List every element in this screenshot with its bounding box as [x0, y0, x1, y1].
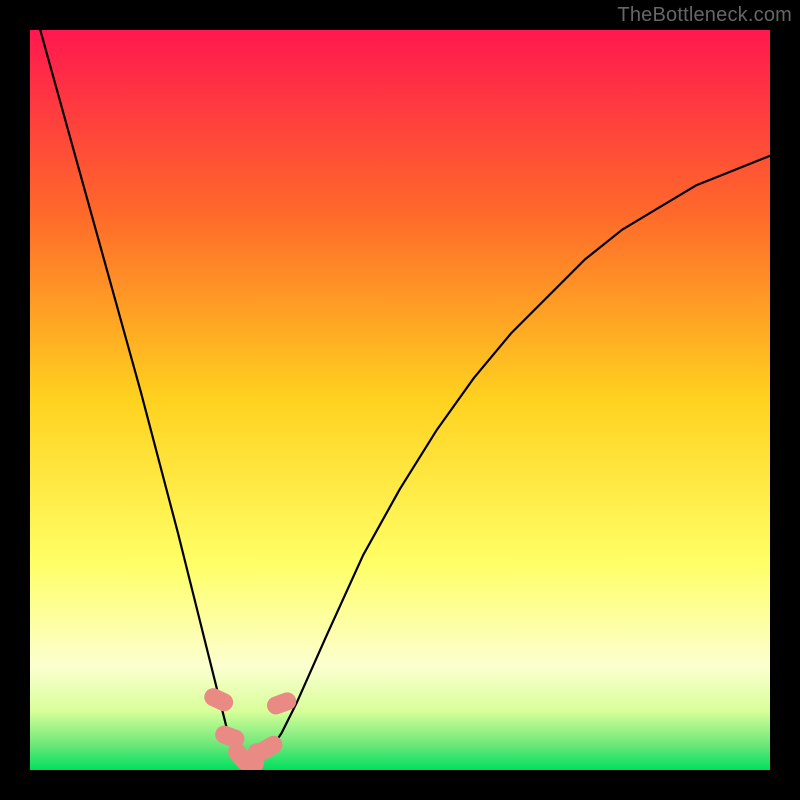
watermark-text: TheBottleneck.com: [617, 4, 792, 27]
gradient-background: [30, 30, 770, 770]
chart-svg: [30, 30, 770, 770]
chart-frame: TheBottleneck.com: [0, 0, 800, 800]
plot-area: [30, 30, 770, 770]
